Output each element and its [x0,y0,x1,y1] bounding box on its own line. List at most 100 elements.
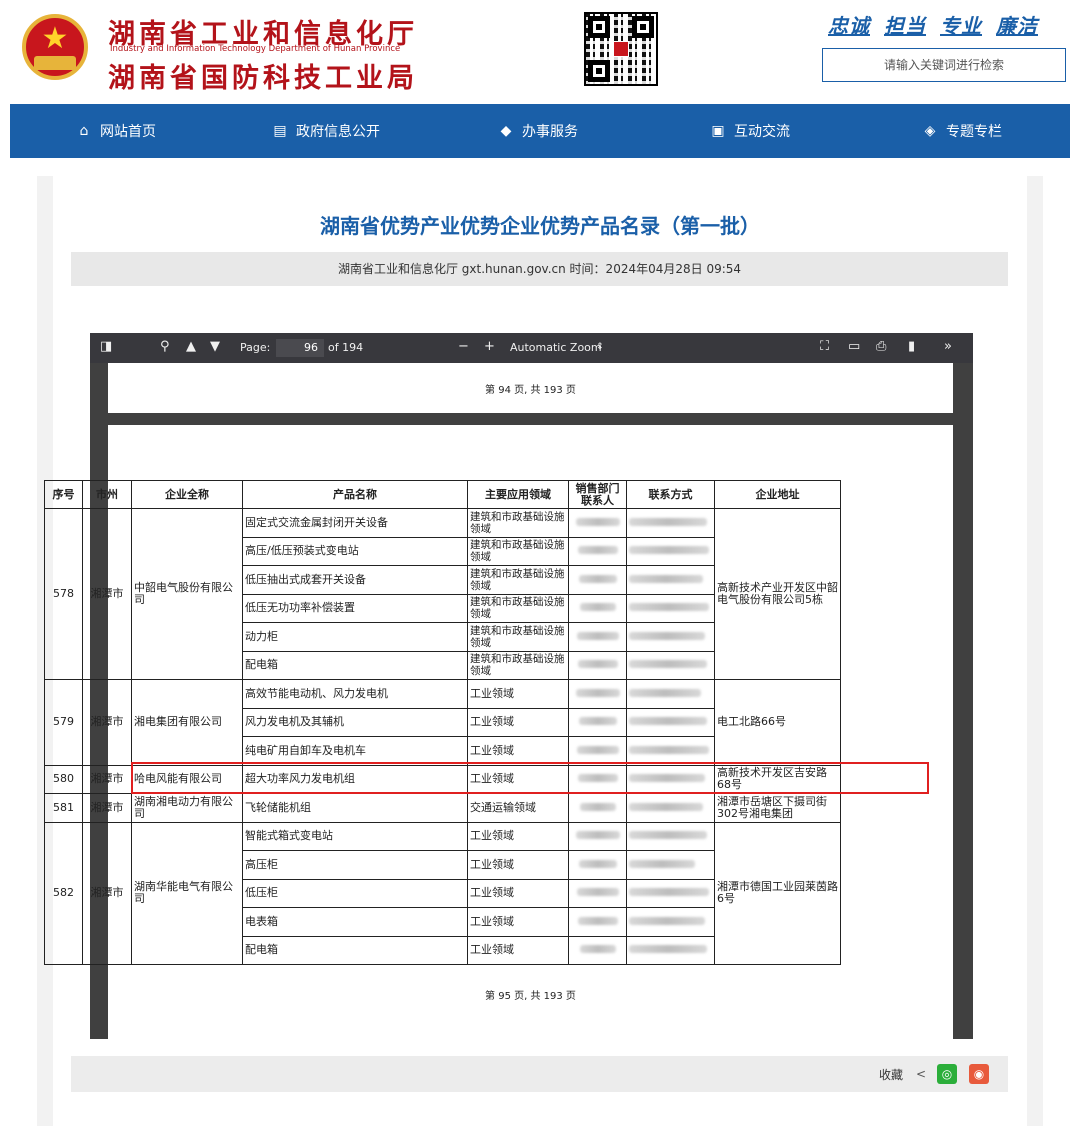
table-cell: 交通运输领域 [467,793,569,823]
redacted-contact-person [568,622,627,652]
share-icon[interactable]: < [911,1064,931,1084]
table-cell: 湘潭市岳塘区下摄司街302号湘电集团 [714,793,841,823]
table-cell: 动力柜 [242,622,468,652]
presentation-mode-icon[interactable]: ⛶ [820,339,829,354]
table-cell: 579 [44,679,83,766]
share-bar: 收藏 < ◎ ◉ [71,1056,1008,1092]
redacted-phone [626,907,715,937]
page-footer: 第 95 页, 共 193 页 [485,991,576,1002]
product-catalog-table: 序号 市州 企业全称 产品名称 主要应用领域 销售部门联系人 联系方式 企业地址 578 湘潭市… [44,480,841,965]
table-cell: 工业领域 [467,707,569,737]
next-page-icon[interactable]: ▼ [210,339,220,354]
redacted-contact-person [568,536,627,566]
column-header: 销售部门联系人 [568,480,627,509]
redacted-contact-person [568,593,627,623]
table-cell: 高效节能电动机、风力发电机 [242,679,468,709]
nav-item-services[interactable]: ◆ 办事服务 [498,104,578,158]
table-cell: 湘潭市 [82,821,132,965]
nav-item-topics[interactable]: ◈ 专题专栏 [922,104,1002,158]
more-tools-icon[interactable]: » [944,339,952,354]
table-cell: 湘潭市 [82,508,132,680]
page-footer: 第 94 页, 共 193 页 [485,385,576,396]
document-icon: ▤ [273,123,287,139]
home-icon: ⌂ [79,123,89,139]
redacted-contact-person [568,935,627,965]
main-nav: ⌂ 网站首页 ▤ 政府信息公开 ◆ 办事服务 ▣ 互动交流 ◈ 专题专栏 [10,104,1070,158]
column-header: 主要应用领域 [467,480,569,509]
table-cell: 580 [44,764,83,794]
search-input[interactable]: 请输入关键词进行检索 [822,48,1066,82]
page-number-input[interactable]: 96 [276,339,324,357]
collect-label[interactable]: 收藏 [879,1066,903,1083]
table-cell: 湘电集团有限公司 [131,679,243,766]
table-cell: 高压柜 [242,850,468,880]
qr-code-image [584,12,658,86]
redacted-phone [626,536,715,566]
zoom-select[interactable]: Automatic Zoom [510,341,602,354]
table-cell: 智能式箱式变电站 [242,821,468,851]
page-label: Page: [240,341,271,354]
nav-label: 政府信息公开 [296,124,380,140]
redacted-phone [626,622,715,652]
nav-item-interaction[interactable]: ▣ 互动交流 [710,104,790,158]
search-icon[interactable]: ⚲ [160,339,170,354]
table-cell: 高新技术产业开发区中韶电气股份有限公司5栋 [714,508,841,680]
table-cell: 电工北路66号 [714,679,841,766]
table-cell: 工业领域 [467,935,569,965]
article-meta: 湖南省工业和信息化厅 gxt.hunan.gov.cn 时间：2024年04月2… [71,252,1008,286]
redacted-phone [626,850,715,880]
redacted-contact-person [568,508,627,538]
table-cell: 低压无功功率补偿装置 [242,593,468,623]
pdf-page-previous: 第 94 页, 共 193 页 [108,363,953,413]
table-row: 578 湘潭市 中韶电气股份有限公司 固定式交流金属封闭开关设备 建筑和市政基础设施领域… [44,508,841,680]
print-icon[interactable]: ⎙ [876,339,886,354]
table-header-row: 序号 市州 企业全称 产品名称 主要应用领域 销售部门联系人 联系方式 企业地址 [44,480,841,509]
table-cell: 582 [44,821,83,965]
wechat-icon[interactable]: ◎ [937,1064,957,1084]
table-cell: 578 [44,508,83,680]
table-cell: 高压/低压预装式变电站 [242,536,468,566]
nav-label: 网站首页 [100,124,156,140]
column-header: 产品名称 [242,480,468,509]
table-cell: 电表箱 [242,907,468,937]
redacted-phone [626,679,715,709]
redacted-phone [626,650,715,680]
table-cell: 湘潭市 [82,679,132,766]
national-emblem-logo: ★ [22,14,88,80]
table-cell: 风力发电机及其辅机 [242,707,468,737]
table-cell: 低压抽出式成套开关设备 [242,565,468,595]
table-cell: 建筑和市政基础设施领域 [467,508,569,538]
column-header: 联系方式 [626,480,715,509]
table-cell: 建筑和市政基础设施领域 [467,650,569,680]
department-title-english: Industry and Information Technology Depa… [110,44,401,54]
page-total: of 194 [328,341,364,354]
redacted-phone [626,565,715,595]
column-header: 市州 [82,480,132,509]
table-cell: 中韶电气股份有限公司 [131,508,243,680]
open-file-icon[interactable]: ▭ [848,339,860,354]
table-row: 579 湘潭市 湘电集团有限公司 高效节能电动机、风力发电机 工业领域 电工北路66号 [44,679,841,766]
table-cell: 工业领域 [467,850,569,880]
zoom-out-icon[interactable]: − [458,339,469,354]
redacted-contact-person [568,793,627,823]
chevron-down-icon: ⇕ [596,342,604,352]
bookmark-icon[interactable]: ▮ [908,339,915,354]
weibo-icon[interactable]: ◉ [969,1064,989,1084]
redacted-contact-person [568,907,627,937]
layers-icon: ◈ [924,123,936,139]
redacted-contact-person [568,650,627,680]
slogan-item: 专业 [940,14,982,38]
table-cell: 湖南湘电动力有限公司 [131,793,243,823]
table-cell: 湘潭市 [82,764,132,794]
redacted-contact-person [568,878,627,908]
redacted-contact-person [568,821,627,851]
zoom-in-icon[interactable]: + [484,339,495,354]
table-cell: 建筑和市政基础设施领域 [467,565,569,595]
sidebar-toggle-icon[interactable]: ◨ [100,339,112,354]
previous-page-icon[interactable]: ▲ [186,339,196,354]
nav-item-home[interactable]: ⌂ 网站首页 [76,104,156,158]
table-cell: 工业领域 [467,878,569,908]
table-cell: 工业领域 [467,679,569,709]
nav-item-gov-info[interactable]: ▤ 政府信息公开 [272,104,380,158]
table-cell: 配电箱 [242,935,468,965]
